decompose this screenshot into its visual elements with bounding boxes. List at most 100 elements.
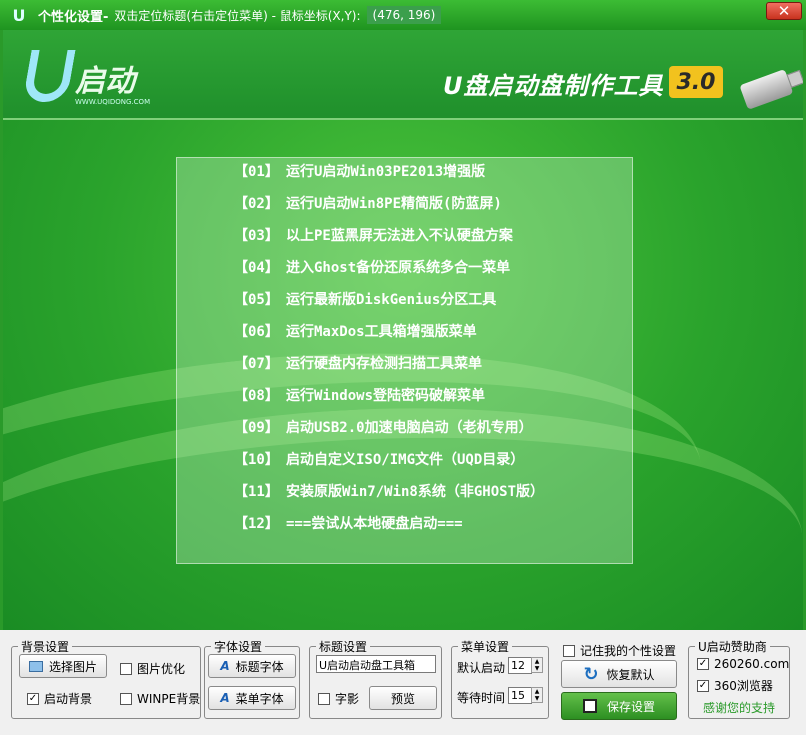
title-font-button[interactable]: A 标题字体 <box>208 654 296 678</box>
group-label: 菜单设置 <box>458 638 513 655</box>
sponsor-1-checkbox[interactable]: ✓ 260260.com <box>697 657 789 671</box>
menu-item-label: 以上PE蓝黑屏无法进入不认硬盘方案 <box>286 228 513 244</box>
close-button[interactable]: ✕ <box>766 2 802 20</box>
wait-time-label: 等待时间 <box>457 691 506 705</box>
image-optimize-checkbox[interactable]: 图片优化 <box>120 660 185 677</box>
restore-defaults-button[interactable]: ↻ 恢复默认 <box>561 660 677 688</box>
checkbox-icon <box>318 692 330 705</box>
logo-url: WWW.UQIDONG.COM <box>75 98 151 106</box>
checkbox-label: 图片优化 <box>137 662 186 676</box>
menu-item-label: 运行最新版DiskGenius分区工具 <box>286 292 497 308</box>
menu-item[interactable]: 【12】 ===尝试从本地硬盘启动=== <box>234 513 463 533</box>
checkbox-icon <box>120 662 132 675</box>
logo-text: 启动 <box>75 64 135 99</box>
menu-item-number: 【03】 <box>234 228 279 244</box>
menu-item-number: 【05】 <box>234 292 279 308</box>
checkbox-label: 启动背景 <box>44 692 93 706</box>
menu-item-number: 【06】 <box>234 324 279 340</box>
group-label: 字体设置 <box>211 638 266 655</box>
checkbox-checked-icon: ✓ <box>27 692 39 705</box>
menu-item[interactable]: 【05】 运行最新版DiskGenius分区工具 <box>234 289 496 309</box>
thanks-text: 感谢您的支持 <box>703 701 776 715</box>
default-boot-input[interactable]: 12 <box>508 657 532 674</box>
menu-item-number: 【10】 <box>234 452 279 468</box>
checkbox-label: WINPE背景 <box>137 692 201 706</box>
menu-item-number: 【11】 <box>234 484 279 500</box>
menu-item[interactable]: 【01】 运行U启动Win03PE2013增强版 <box>234 161 485 181</box>
boot-background-checkbox[interactable]: ✓ 启动背景 <box>27 690 92 707</box>
group-label: U启动赞助商 <box>695 638 770 655</box>
title-bar[interactable]: U 个性化设置- 双击定位标题(右击定位菜单) - 鼠标坐标(X,Y): (47… <box>0 0 806 30</box>
button-label: 标题字体 <box>235 659 284 674</box>
menu-item[interactable]: 【11】 安装原版Win7/Win8系统（非GHOST版） <box>234 481 544 501</box>
menu-font-button[interactable]: A 菜单字体 <box>208 686 296 710</box>
button-label: 恢复默认 <box>606 667 655 682</box>
menu-item-label: 运行U启动Win8PE精简版(防蓝屏) <box>286 196 502 212</box>
menu-item-label: 启动USB2.0加速电脑启动（老机专用） <box>286 420 533 436</box>
menu-item-number: 【08】 <box>234 388 279 404</box>
title-text-input[interactable]: U启动启动盘工具箱 <box>316 655 436 673</box>
button-label: 菜单字体 <box>235 691 284 706</box>
app-logo-icon: U <box>12 5 26 25</box>
preview-button[interactable]: 预览 <box>369 686 437 710</box>
menu-item[interactable]: 【02】 运行U启动Win8PE精简版(防蓝屏) <box>234 193 502 213</box>
save-settings-button[interactable]: 保存设置 <box>561 692 677 720</box>
banner-divider <box>3 118 803 120</box>
group-label: 背景设置 <box>18 638 73 655</box>
window-title: 个性化设置- <box>38 9 109 25</box>
u-logo-icon <box>22 50 76 102</box>
checkbox-label: 记住我的个性设置 <box>580 644 677 658</box>
title-hint: 双击定位标题(右击定位菜单) - 鼠标坐标(X,Y): <box>114 8 361 23</box>
menu-item[interactable]: 【04】 进入Ghost备份还原系统多合一菜单 <box>234 257 510 277</box>
app-window: U 个性化设置- 双击定位标题(右击定位菜单) - 鼠标坐标(X,Y): (47… <box>0 0 806 735</box>
checkbox-label: 360浏览器 <box>714 679 773 693</box>
menu-item[interactable]: 【06】 运行MaxDos工具箱增强版菜单 <box>234 321 477 341</box>
menu-item-label: 安装原版Win7/Win8系统（非GHOST版） <box>286 484 545 500</box>
refresh-icon: ↻ <box>583 663 599 685</box>
menu-item-label: 启动自定义ISO/IMG文件（UQD目录） <box>286 452 525 468</box>
button-label: 保存设置 <box>606 699 655 714</box>
menu-item-label: 运行Windows登陆密码破解菜单 <box>286 388 486 404</box>
settings-panel: 背景设置 选择图片 图片优化 ✓ 启动背景 WINPE背景 字体设置 A 标题字体 … <box>0 630 806 735</box>
font-icon: A <box>220 659 230 673</box>
product-title: U盘启动盘制作工具 <box>443 72 664 100</box>
wait-time-spinner[interactable]: ▲ ▼ <box>531 687 543 703</box>
select-image-button[interactable]: 选择图片 <box>19 654 107 678</box>
menu-item-number: 【02】 <box>234 196 279 212</box>
sponsor-2-checkbox[interactable]: ✓ 360浏览器 <box>697 677 773 694</box>
menu-item[interactable]: 【07】 运行硬盘内存检测扫描工具菜单 <box>234 353 482 373</box>
version-badge: 3.0 <box>669 66 723 98</box>
shadow-checkbox[interactable]: 字影 <box>318 690 359 707</box>
group-label: 标题设置 <box>316 638 371 655</box>
menu-item[interactable]: 【09】 启动USB2.0加速电脑启动（老机专用） <box>234 417 533 437</box>
menu-item-number: 【07】 <box>234 356 279 372</box>
mouse-coords: (476, 196) <box>366 6 442 24</box>
menu-item-label: 进入Ghost备份还原系统多合一菜单 <box>286 260 511 276</box>
menu-item[interactable]: 【08】 运行Windows登陆密码破解菜单 <box>234 385 485 405</box>
menu-item-number: 【04】 <box>234 260 279 276</box>
checkbox-label: 字影 <box>335 692 360 706</box>
wait-time-input[interactable]: 15 <box>508 687 532 704</box>
checkbox-icon <box>563 644 575 657</box>
menu-item-number: 【09】 <box>234 420 279 436</box>
default-boot-label: 默认启动 <box>457 661 506 675</box>
select-image-label: 选择图片 <box>48 659 97 674</box>
default-boot-spinner[interactable]: ▲ ▼ <box>531 657 543 673</box>
checkbox-label: 260260.com <box>714 657 790 671</box>
remember-settings-checkbox[interactable]: 记住我的个性设置 <box>563 642 676 659</box>
menu-item-number: 【12】 <box>234 516 279 532</box>
image-icon <box>28 660 43 672</box>
menu-item-label: 运行硬盘内存检测扫描工具菜单 <box>286 356 482 372</box>
menu-item[interactable]: 【10】 启动自定义ISO/IMG文件（UQD目录） <box>234 449 524 469</box>
checkbox-checked-icon: ✓ <box>697 679 709 692</box>
menu-item-number: 【01】 <box>234 164 279 180</box>
menu-item-label: ===尝试从本地硬盘启动=== <box>286 516 463 532</box>
menu-item[interactable]: 【03】 以上PE蓝黑屏无法进入不认硬盘方案 <box>234 225 513 245</box>
menu-item-label: 运行MaxDos工具箱增强版菜单 <box>286 324 477 340</box>
winpe-background-checkbox[interactable]: WINPE背景 <box>120 690 200 707</box>
checkbox-icon <box>120 692 132 705</box>
brand-logo: 启动 WWW.UQIDONG.COM <box>22 50 167 110</box>
menu-item-label: 运行U启动Win03PE2013增强版 <box>286 164 486 180</box>
floppy-disk-icon <box>582 699 597 713</box>
checkbox-checked-icon: ✓ <box>697 658 709 670</box>
